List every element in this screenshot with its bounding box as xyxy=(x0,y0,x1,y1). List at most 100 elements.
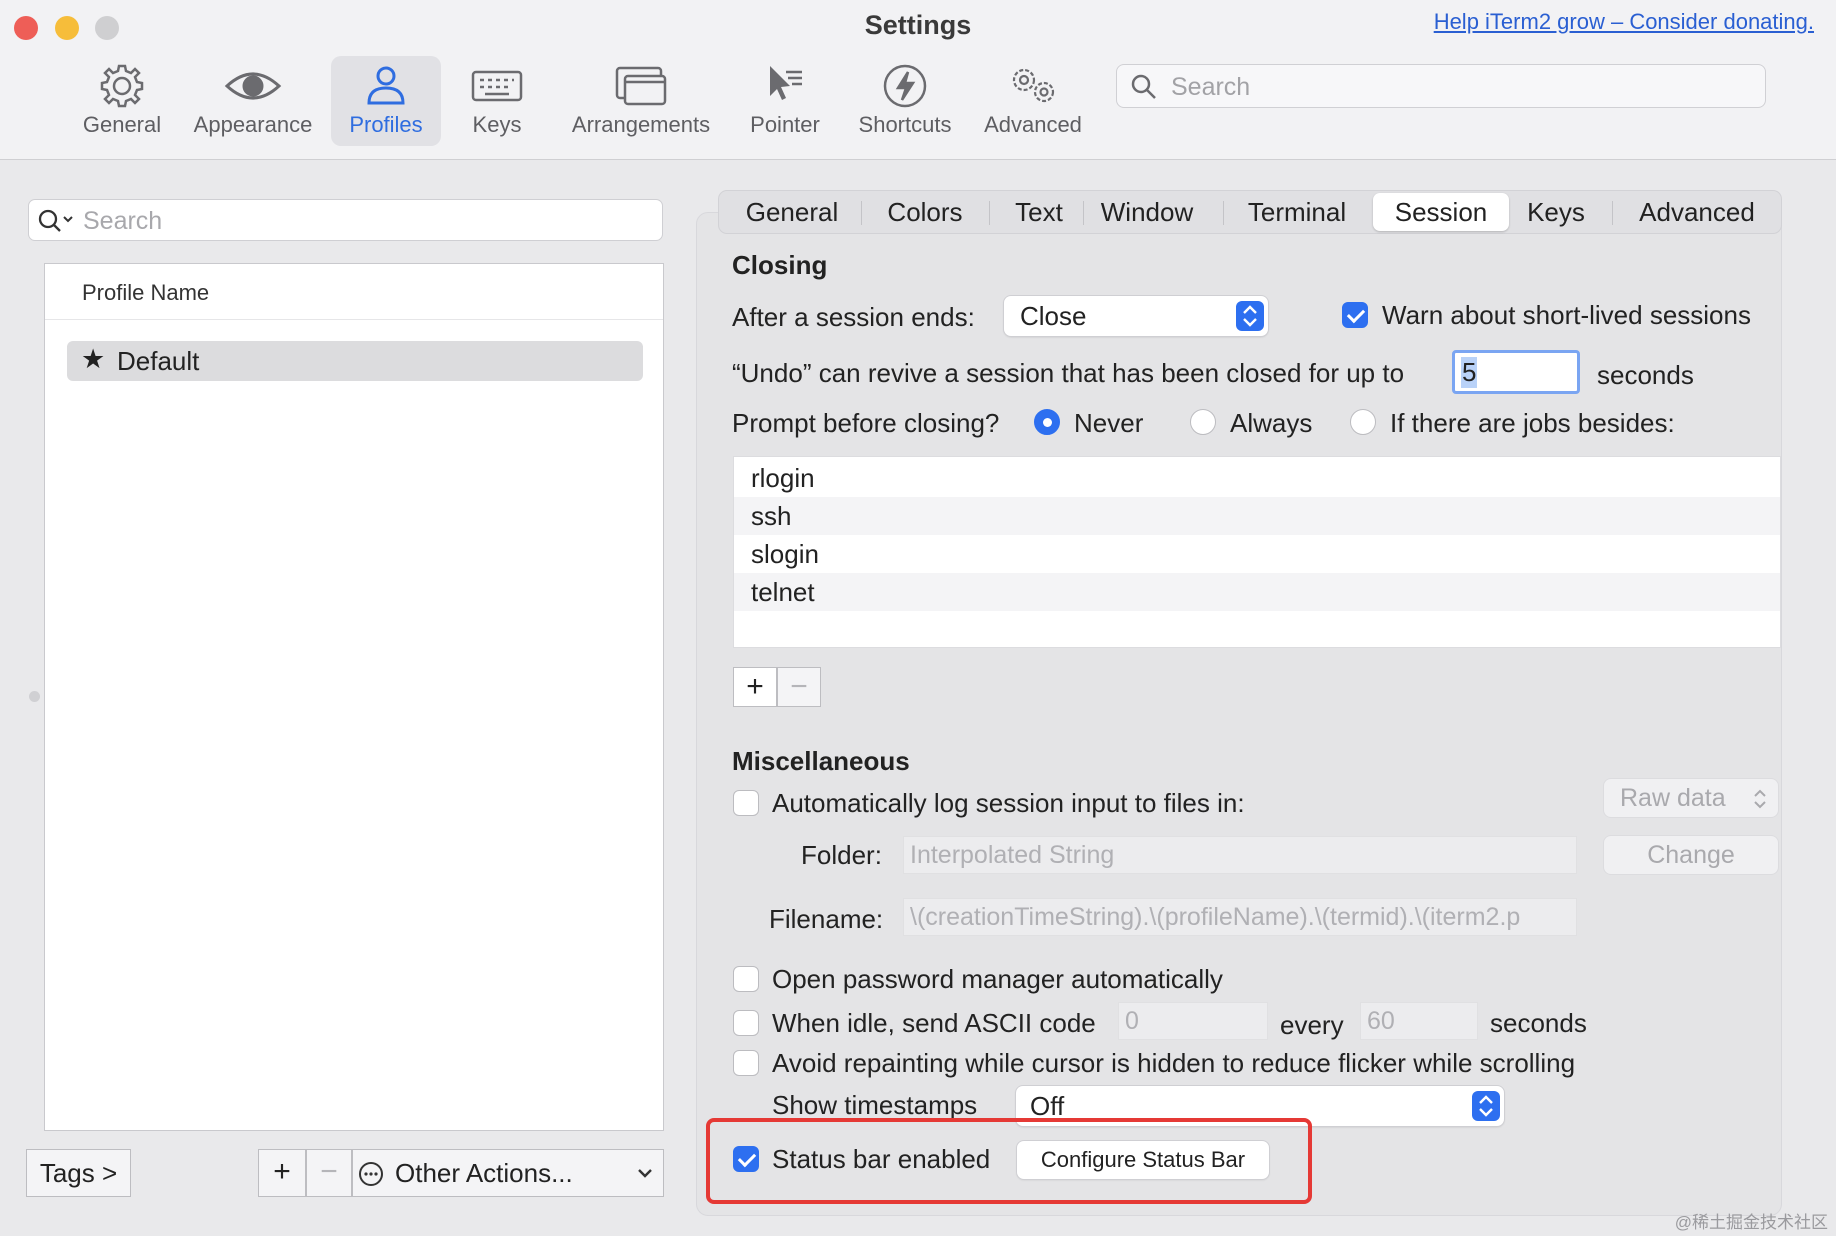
toolbar-keys[interactable]: Keys xyxy=(457,56,537,146)
tab-advanced[interactable]: Advanced xyxy=(1619,191,1775,233)
prompt-never-radio[interactable] xyxy=(1034,409,1060,435)
prompt-never-label: Never xyxy=(1074,408,1144,438)
warn-short-lived-label: Warn about short-lived sessions xyxy=(1382,300,1751,330)
jobs-list[interactable]: rlogin ssh slogin telnet xyxy=(733,456,1781,648)
idle-interval-value: 60 xyxy=(1367,1007,1395,1035)
after-session-value: Close xyxy=(1020,301,1087,331)
folder-input[interactable]: Interpolated String xyxy=(903,836,1577,874)
gears-icon xyxy=(1012,68,1055,103)
tab-separator xyxy=(861,201,862,225)
toolbar-profiles[interactable]: Profiles xyxy=(331,56,441,146)
keyboard-icon xyxy=(471,70,523,102)
filename-input[interactable]: \(creationTimeString).\(profileName).\(t… xyxy=(903,898,1577,936)
tab-general[interactable]: General xyxy=(727,191,857,233)
filename-label: Filename: xyxy=(769,904,884,934)
add-profile-button[interactable]: + xyxy=(258,1149,306,1197)
stepper-icon xyxy=(1754,789,1766,809)
log-format-popup[interactable]: Raw data xyxy=(1604,779,1778,817)
timestamps-label: Show timestamps xyxy=(772,1090,978,1120)
tab-session[interactable]: Session xyxy=(1373,193,1509,231)
toolbar-pointer[interactable]: Pointer xyxy=(742,56,828,146)
open-password-checkbox[interactable] xyxy=(733,966,759,992)
other-actions-menu[interactable]: Other Actions... xyxy=(352,1149,664,1197)
idle-send-checkbox[interactable] xyxy=(733,1010,759,1036)
auto-log-checkbox[interactable] xyxy=(733,790,759,816)
tab-separator xyxy=(989,201,990,225)
toolbar-general[interactable]: General xyxy=(72,56,172,146)
stepper-icon xyxy=(1236,301,1264,331)
toolbar-label: Pointer xyxy=(750,112,820,137)
prompt-jobs-label: If there are jobs besides: xyxy=(1390,408,1675,438)
list-item[interactable]: rlogin xyxy=(734,459,1780,497)
list-item[interactable]: ssh xyxy=(734,497,1780,535)
undo-seconds-input[interactable]: 5 xyxy=(1452,350,1580,394)
profile-row-default[interactable]: ★ Default xyxy=(67,341,643,381)
chevron-down-icon xyxy=(638,1169,652,1178)
open-password-label: Open password manager automatically xyxy=(772,964,1223,994)
ellipsis-circle-icon xyxy=(359,1162,383,1186)
toolbar-label: Profiles xyxy=(349,112,423,137)
toolbar-appearance[interactable]: Appearance xyxy=(188,56,318,146)
idle-interval-input[interactable]: 60 xyxy=(1360,1002,1478,1040)
idle-send-label: When idle, send ASCII code xyxy=(772,1008,1096,1038)
search-icon xyxy=(38,209,73,232)
profile-search-input[interactable]: Search xyxy=(28,199,663,241)
avoid-repaint-checkbox[interactable] xyxy=(733,1050,759,1076)
search-placeholder: Search xyxy=(83,207,163,235)
idle-code-value: 0 xyxy=(1125,1007,1139,1035)
toolbar-label: Advanced xyxy=(984,112,1082,137)
toolbar-label: Appearance xyxy=(193,112,313,137)
profile-tabs: General Colors Text Window Terminal Sess… xyxy=(718,190,1782,234)
change-folder-button[interactable]: Change xyxy=(1604,836,1778,874)
idle-code-input[interactable]: 0 xyxy=(1118,1002,1268,1040)
avoid-repaint-label: Avoid repainting while cursor is hidden … xyxy=(772,1048,1576,1078)
person-icon xyxy=(367,66,405,105)
closing-heading: Closing xyxy=(732,250,828,280)
column-header-label: Profile Name xyxy=(82,280,210,305)
warn-short-lived-checkbox[interactable] xyxy=(1342,302,1368,328)
profile-list[interactable]: Profile Name ★ Default xyxy=(44,263,664,1131)
annotation-highlight-box xyxy=(706,1118,1312,1204)
other-actions-label: Other Actions... xyxy=(395,1158,573,1188)
tab-separator xyxy=(1223,201,1224,225)
add-job-button[interactable]: + xyxy=(733,667,777,707)
prompt-label: Prompt before closing? xyxy=(732,408,1000,438)
toolbar-label: Arrangements xyxy=(571,112,711,137)
tab-colors[interactable]: Colors xyxy=(865,191,985,233)
tab-keys[interactable]: Keys xyxy=(1513,191,1599,233)
tags-button[interactable]: Tags > xyxy=(26,1149,131,1197)
remove-job-button[interactable]: − xyxy=(777,667,821,707)
eye-icon xyxy=(224,72,282,100)
tab-separator xyxy=(1612,201,1613,225)
after-session-popup[interactable]: Close xyxy=(1004,296,1268,336)
list-item[interactable]: telnet xyxy=(734,573,1780,611)
idle-seconds-label: seconds xyxy=(1490,1008,1587,1038)
tab-text[interactable]: Text xyxy=(993,191,1085,233)
after-session-label: After a session ends: xyxy=(732,302,975,332)
toolbar-advanced[interactable]: Advanced xyxy=(978,56,1088,146)
pointer-icon xyxy=(770,66,802,100)
toolbar-arrangements[interactable]: Arrangements xyxy=(563,56,719,146)
remove-profile-button[interactable]: − xyxy=(306,1149,352,1197)
tab-terminal[interactable]: Terminal xyxy=(1227,191,1367,233)
search-placeholder: Search xyxy=(1171,73,1251,101)
split-handle[interactable] xyxy=(29,691,40,702)
toolbar-label: General xyxy=(82,112,162,137)
job-name: ssh xyxy=(751,501,792,531)
profile-name-column-header[interactable]: Profile Name xyxy=(45,264,663,320)
profile-name: Default xyxy=(117,346,200,376)
toolbar-shortcuts[interactable]: Shortcuts xyxy=(850,56,960,146)
window-toolbar: Settings Help iTerm2 grow – Consider don… xyxy=(0,0,1836,160)
log-format-value: Raw data xyxy=(1620,784,1726,812)
toolbar-label: Shortcuts xyxy=(858,112,952,137)
prompt-jobs-radio[interactable] xyxy=(1350,409,1376,435)
prompt-always-radio[interactable] xyxy=(1190,409,1216,435)
toolbar-label: Keys xyxy=(472,112,522,137)
every-label: every xyxy=(1280,1010,1344,1040)
donate-link[interactable]: Help iTerm2 grow – Consider donating. xyxy=(1434,9,1814,35)
undo-seconds-unit: seconds xyxy=(1597,360,1694,390)
watermark: @稀土掘金技术社区 xyxy=(1674,1213,1828,1232)
toolbar-search-input[interactable]: Search xyxy=(1116,64,1766,108)
list-item[interactable]: slogin xyxy=(734,535,1780,573)
tab-window[interactable]: Window xyxy=(1087,191,1207,233)
